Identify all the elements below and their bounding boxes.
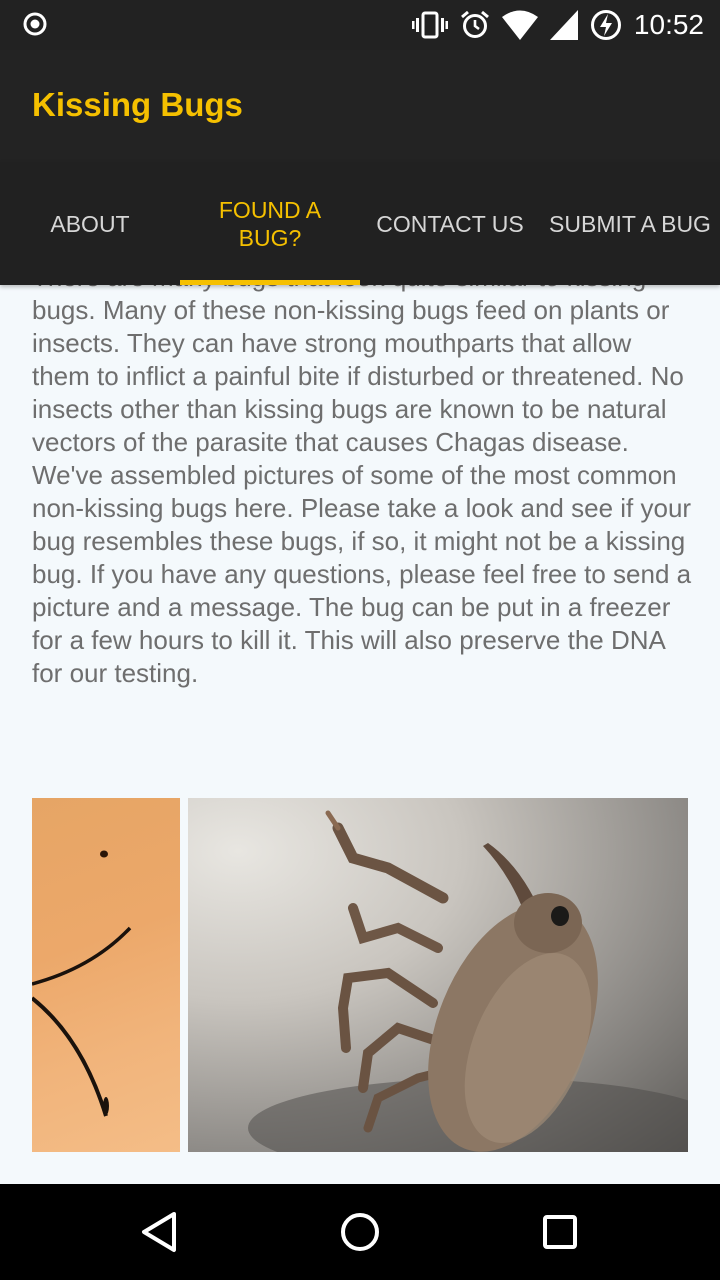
alarm-icon xyxy=(460,10,490,40)
app-toolbar: Kissing Bugs xyxy=(0,50,720,162)
tab-submit-a-bug-label: SUBMIT A BUG xyxy=(549,210,711,237)
tab-contact-us[interactable]: CONTACT US xyxy=(360,162,540,285)
tab-found-a-bug[interactable]: FOUND A BUG? xyxy=(180,162,360,285)
recents-icon[interactable] xyxy=(536,1208,584,1256)
tab-submit-a-bug[interactable]: SUBMIT A BUG xyxy=(540,162,720,285)
bug-photo-partial[interactable] xyxy=(32,798,180,1152)
record-icon xyxy=(22,11,48,37)
home-icon[interactable] xyxy=(336,1208,384,1256)
tab-found-a-bug-label: FOUND A BUG? xyxy=(218,196,322,251)
signal-icon xyxy=(549,10,578,40)
active-tab-indicator xyxy=(180,280,360,285)
vibrate-icon xyxy=(411,10,448,40)
tab-about-label: ABOUT xyxy=(50,210,130,237)
battery-charging-icon xyxy=(590,9,622,41)
intro-paragraph: There are many bugs that look quite simi… xyxy=(32,285,692,688)
clock: 10:52 xyxy=(633,9,704,40)
back-icon[interactable] xyxy=(136,1208,184,1256)
tab-about[interactable]: ABOUT xyxy=(0,162,180,285)
wifi-icon xyxy=(501,10,538,40)
system-nav-bar xyxy=(0,1184,720,1280)
content-scroll-area[interactable]: There are many bugs that look quite simi… xyxy=(0,285,720,1184)
weevil-photo[interactable] xyxy=(188,798,688,1152)
status-bar: 10:52 xyxy=(0,0,720,50)
app-title: Kissing Bugs xyxy=(32,86,243,123)
tab-bar: ABOUT FOUND A BUG? CONTACT US SUBMIT A B… xyxy=(0,162,720,285)
tab-contact-us-label: CONTACT US xyxy=(376,210,524,237)
